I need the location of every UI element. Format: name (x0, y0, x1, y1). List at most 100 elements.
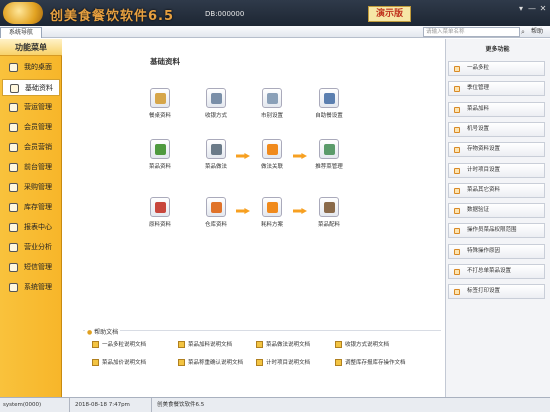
front-desk-icon (9, 163, 18, 172)
buffet-label[interactable]: 自助餐设置 (307, 111, 351, 119)
more-function-button[interactable]: 菜品加料 (448, 101, 545, 117)
sidebar-item-label: 短信管理 (24, 263, 52, 271)
system-icon (9, 283, 18, 292)
function-icon (454, 208, 460, 215)
more-function-button[interactable]: 存物资料设置 (448, 142, 545, 158)
buffet-icon[interactable] (319, 88, 339, 108)
sidebar-item-system[interactable]: 系统管理 (2, 279, 60, 296)
calendar-icon[interactable] (262, 88, 282, 108)
more-function-label: 特殊操作原因 (467, 247, 501, 254)
app-logo (3, 2, 43, 24)
more-function-button[interactable]: 数据验证 (448, 203, 545, 219)
recommend-icon-glyph (324, 144, 335, 155)
more-function-button[interactable]: 操作员菜品权限范围 (448, 223, 545, 239)
dish-label[interactable]: 菜品资料 (138, 162, 182, 170)
sidebar-item-member[interactable]: 会员管理 (2, 119, 60, 136)
document-icon (92, 341, 99, 348)
more-function-label: 菜品加料 (467, 105, 490, 112)
more-function-button[interactable]: 计时项目设置 (448, 162, 545, 178)
ingredient-label[interactable]: 菜品配料 (307, 220, 351, 228)
function-icon (454, 248, 460, 255)
sidebar-item-desktop[interactable]: 我的桌面 (2, 59, 60, 76)
consumption-icon[interactable] (262, 197, 282, 217)
cooking-label[interactable]: 菜品做法 (194, 162, 238, 170)
sidebar-item-label: 营运管理 (24, 103, 52, 111)
inventory-icon (9, 203, 18, 212)
sidebar-item-operations[interactable]: 营运管理 (2, 99, 60, 116)
help-doc-link[interactable]: 计时项目说明文档 (256, 358, 310, 366)
warehouse-icon[interactable] (206, 197, 226, 217)
help-doc-link[interactable]: 一品多粒说明文档 (92, 340, 146, 348)
sidebar-item-sms[interactable]: 短信管理 (2, 259, 60, 276)
consumption-label[interactable]: 耗料方案 (250, 220, 294, 228)
help-doc-link[interactable]: 菜品加料说明文档 (178, 340, 232, 348)
search-icon[interactable]: ⌕ (521, 27, 530, 37)
help-doc-label[interactable]: 菜品做法说明文档 (266, 342, 310, 348)
more-function-button[interactable]: 机号设置 (448, 121, 545, 137)
more-function-label: 存物资料设置 (467, 146, 501, 153)
help-doc-label[interactable]: 菜品加料说明文档 (188, 342, 232, 348)
consumption-icon-glyph (267, 202, 278, 213)
sidebar-item-label: 我的桌面 (24, 63, 52, 71)
recommend-icon[interactable] (319, 139, 339, 159)
help-doc-label[interactable]: 一品多粒说明文档 (102, 342, 146, 348)
function-icon (454, 187, 460, 194)
minimize-button[interactable]: — (527, 4, 537, 13)
help-doc-label[interactable]: 菜品加价说明文档 (102, 360, 146, 366)
sidebar-item-label: 营业分析 (24, 243, 52, 251)
help-link[interactable]: 帮助 (531, 27, 549, 37)
calendar-label[interactable]: 市别设置 (250, 111, 294, 119)
cooking-icon[interactable] (206, 139, 226, 159)
sidebar-item-marketing[interactable]: 会员营销 (2, 139, 60, 156)
warehouse-icon-glyph (211, 202, 222, 213)
help-doc-label[interactable]: 菜品称重确认说明文档 (188, 360, 243, 366)
sidebar-item-front-desk[interactable]: 前台管理 (2, 159, 60, 176)
help-docs-label: 帮助文档 (94, 329, 119, 336)
more-function-label: 机号设置 (467, 125, 490, 132)
help-doc-link[interactable]: 调整库存报库存操作文档 (335, 358, 406, 366)
document-icon (178, 341, 185, 348)
cash-label[interactable]: 收银方式 (194, 111, 238, 119)
recommend-label[interactable]: 推荐菜管理 (307, 162, 351, 170)
dish-icon-glyph (155, 144, 166, 155)
help-doc-link[interactable]: 菜品加价说明文档 (92, 358, 146, 366)
sidebar-item-report[interactable]: 报表中心 (2, 219, 60, 236)
sidebar-item-label: 报表中心 (24, 223, 52, 231)
link-icon-glyph (267, 144, 278, 155)
link-label[interactable]: 做法关联 (250, 162, 294, 170)
material-icon[interactable] (150, 197, 170, 217)
table-icon[interactable] (150, 88, 170, 108)
more-function-button[interactable]: 标签打印设置 (448, 284, 545, 300)
material-label[interactable]: 原料资料 (138, 220, 182, 228)
sidebar-item-inventory[interactable]: 库存管理 (2, 199, 60, 216)
function-icon (454, 126, 460, 133)
more-function-button[interactable]: 不打总单菜品设置 (448, 264, 545, 279)
sidebar-item-database[interactable]: 基础资料 (2, 79, 60, 96)
link-icon[interactable] (262, 139, 282, 159)
dish-icon[interactable] (150, 139, 170, 159)
help-doc-link[interactable]: 菜品称重确认说明文档 (178, 358, 243, 366)
close-button[interactable]: ✕ (538, 4, 548, 13)
menu-search-input[interactable]: 请输入菜单名称 (423, 27, 520, 37)
more-function-button[interactable]: 菜品其它资料 (448, 182, 545, 198)
more-function-button[interactable]: 季位管理 (448, 81, 545, 97)
cash-icon[interactable] (206, 88, 226, 108)
warehouse-label[interactable]: 仓库资料 (194, 220, 238, 228)
more-function-button[interactable]: 特殊操作原因 (448, 243, 545, 259)
sidebar-item-analysis[interactable]: 营业分析 (2, 239, 60, 256)
tab-system-navigation[interactable]: 系统导航 (0, 27, 42, 38)
menu-dropdown-button[interactable]: ▾ (516, 4, 526, 13)
help-doc-label[interactable]: 收银方式说明文档 (345, 342, 389, 348)
more-function-button[interactable]: 一品多粒 (448, 61, 545, 76)
help-doc-label[interactable]: 计时项目说明文档 (266, 360, 310, 366)
help-doc-link[interactable]: 菜品做法说明文档 (256, 340, 310, 348)
more-function-label: 计时项目设置 (467, 166, 501, 173)
sidebar-item-label: 库存管理 (24, 203, 52, 211)
ingredient-icon[interactable] (319, 197, 339, 217)
help-doc-label[interactable]: 调整库存报库存操作文档 (345, 360, 406, 366)
table-label[interactable]: 餐桌资料 (138, 111, 182, 119)
more-function-label: 一品多粒 (467, 65, 490, 71)
help-doc-link[interactable]: 收银方式说明文档 (335, 340, 389, 348)
sidebar-item-purchase[interactable]: 采购管理 (2, 179, 60, 196)
more-function-label: 操作员菜品权限范围 (467, 227, 517, 234)
